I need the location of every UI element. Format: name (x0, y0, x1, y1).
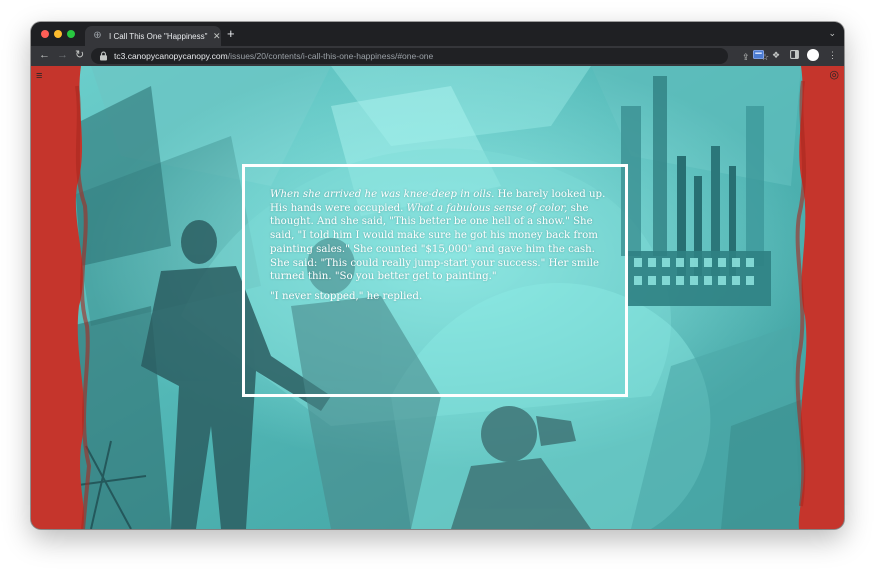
settings-icon[interactable]: ◎ (829, 70, 839, 81)
tab-strip: ⊕ I Call This One "Happiness" - T ✕ + ⌄ (31, 22, 844, 46)
share-icon[interactable]: ⇪ (742, 52, 750, 62)
tab-active[interactable]: ⊕ I Call This One "Happiness" - T ✕ (85, 26, 221, 46)
page-content: ≡ ◎ When she arrived he was knee-deep in… (31, 66, 844, 529)
more-menu-icon[interactable]: ⋮ (828, 50, 837, 61)
lock-icon (100, 51, 107, 61)
profile-avatar[interactable] (807, 49, 819, 61)
story-text-run: she thought. And she said, "This better … (270, 202, 600, 283)
url-path: /issues/20/contents/i-call-this-one-happ… (227, 51, 434, 61)
new-tab-icon[interactable]: + (227, 27, 235, 41)
browser-window: ⊕ I Call This One "Happiness" - T ✕ + ⌄ … (31, 22, 844, 529)
close-tab-icon[interactable]: ✕ (213, 31, 221, 42)
story-paragraph: "I never stopped," he replied. (270, 290, 423, 302)
story-frame: When she arrived he was knee-deep in oil… (242, 164, 628, 397)
side-panel-icon[interactable] (790, 50, 799, 62)
tab-title: I Call This One "Happiness" - T (109, 31, 209, 41)
story-italic-opening: When she arrived he was knee-deep in oil… (270, 189, 495, 200)
story-text: When she arrived he was knee-deep in oil… (270, 188, 610, 304)
tab-search-chevron-icon[interactable]: ⌄ (828, 28, 836, 39)
extension-icon[interactable] (753, 50, 764, 62)
url-host: tc3.canopycanopycanopy.com (114, 51, 228, 61)
address-bar[interactable]: tc3.canopycanopycanopy.com/issues/20/con… (91, 48, 769, 64)
back-arrow-icon[interactable]: ← (39, 49, 50, 62)
forward-arrow-icon[interactable]: → (57, 49, 68, 62)
story-italic-thought: What a fabulous sense of color, (406, 202, 568, 214)
story-paragraph: When she arrived he was knee-deep in oil… (270, 188, 610, 284)
close-window-button[interactable] (41, 30, 49, 38)
extensions-puzzle-icon[interactable]: ❖ (772, 50, 780, 61)
zoom-window-button[interactable] (67, 30, 75, 38)
hamburger-icon[interactable]: ≡ (36, 71, 42, 82)
globe-icon: ⊕ (93, 30, 102, 41)
url-text: tc3.canopycanopycanopy.com/issues/20/con… (114, 51, 433, 61)
toolbar: ← → ↻ tc3.canopycanopycanopy.com/issues/… (31, 46, 844, 66)
reload-icon[interactable]: ↻ (75, 49, 84, 62)
minimize-window-button[interactable] (54, 30, 62, 38)
